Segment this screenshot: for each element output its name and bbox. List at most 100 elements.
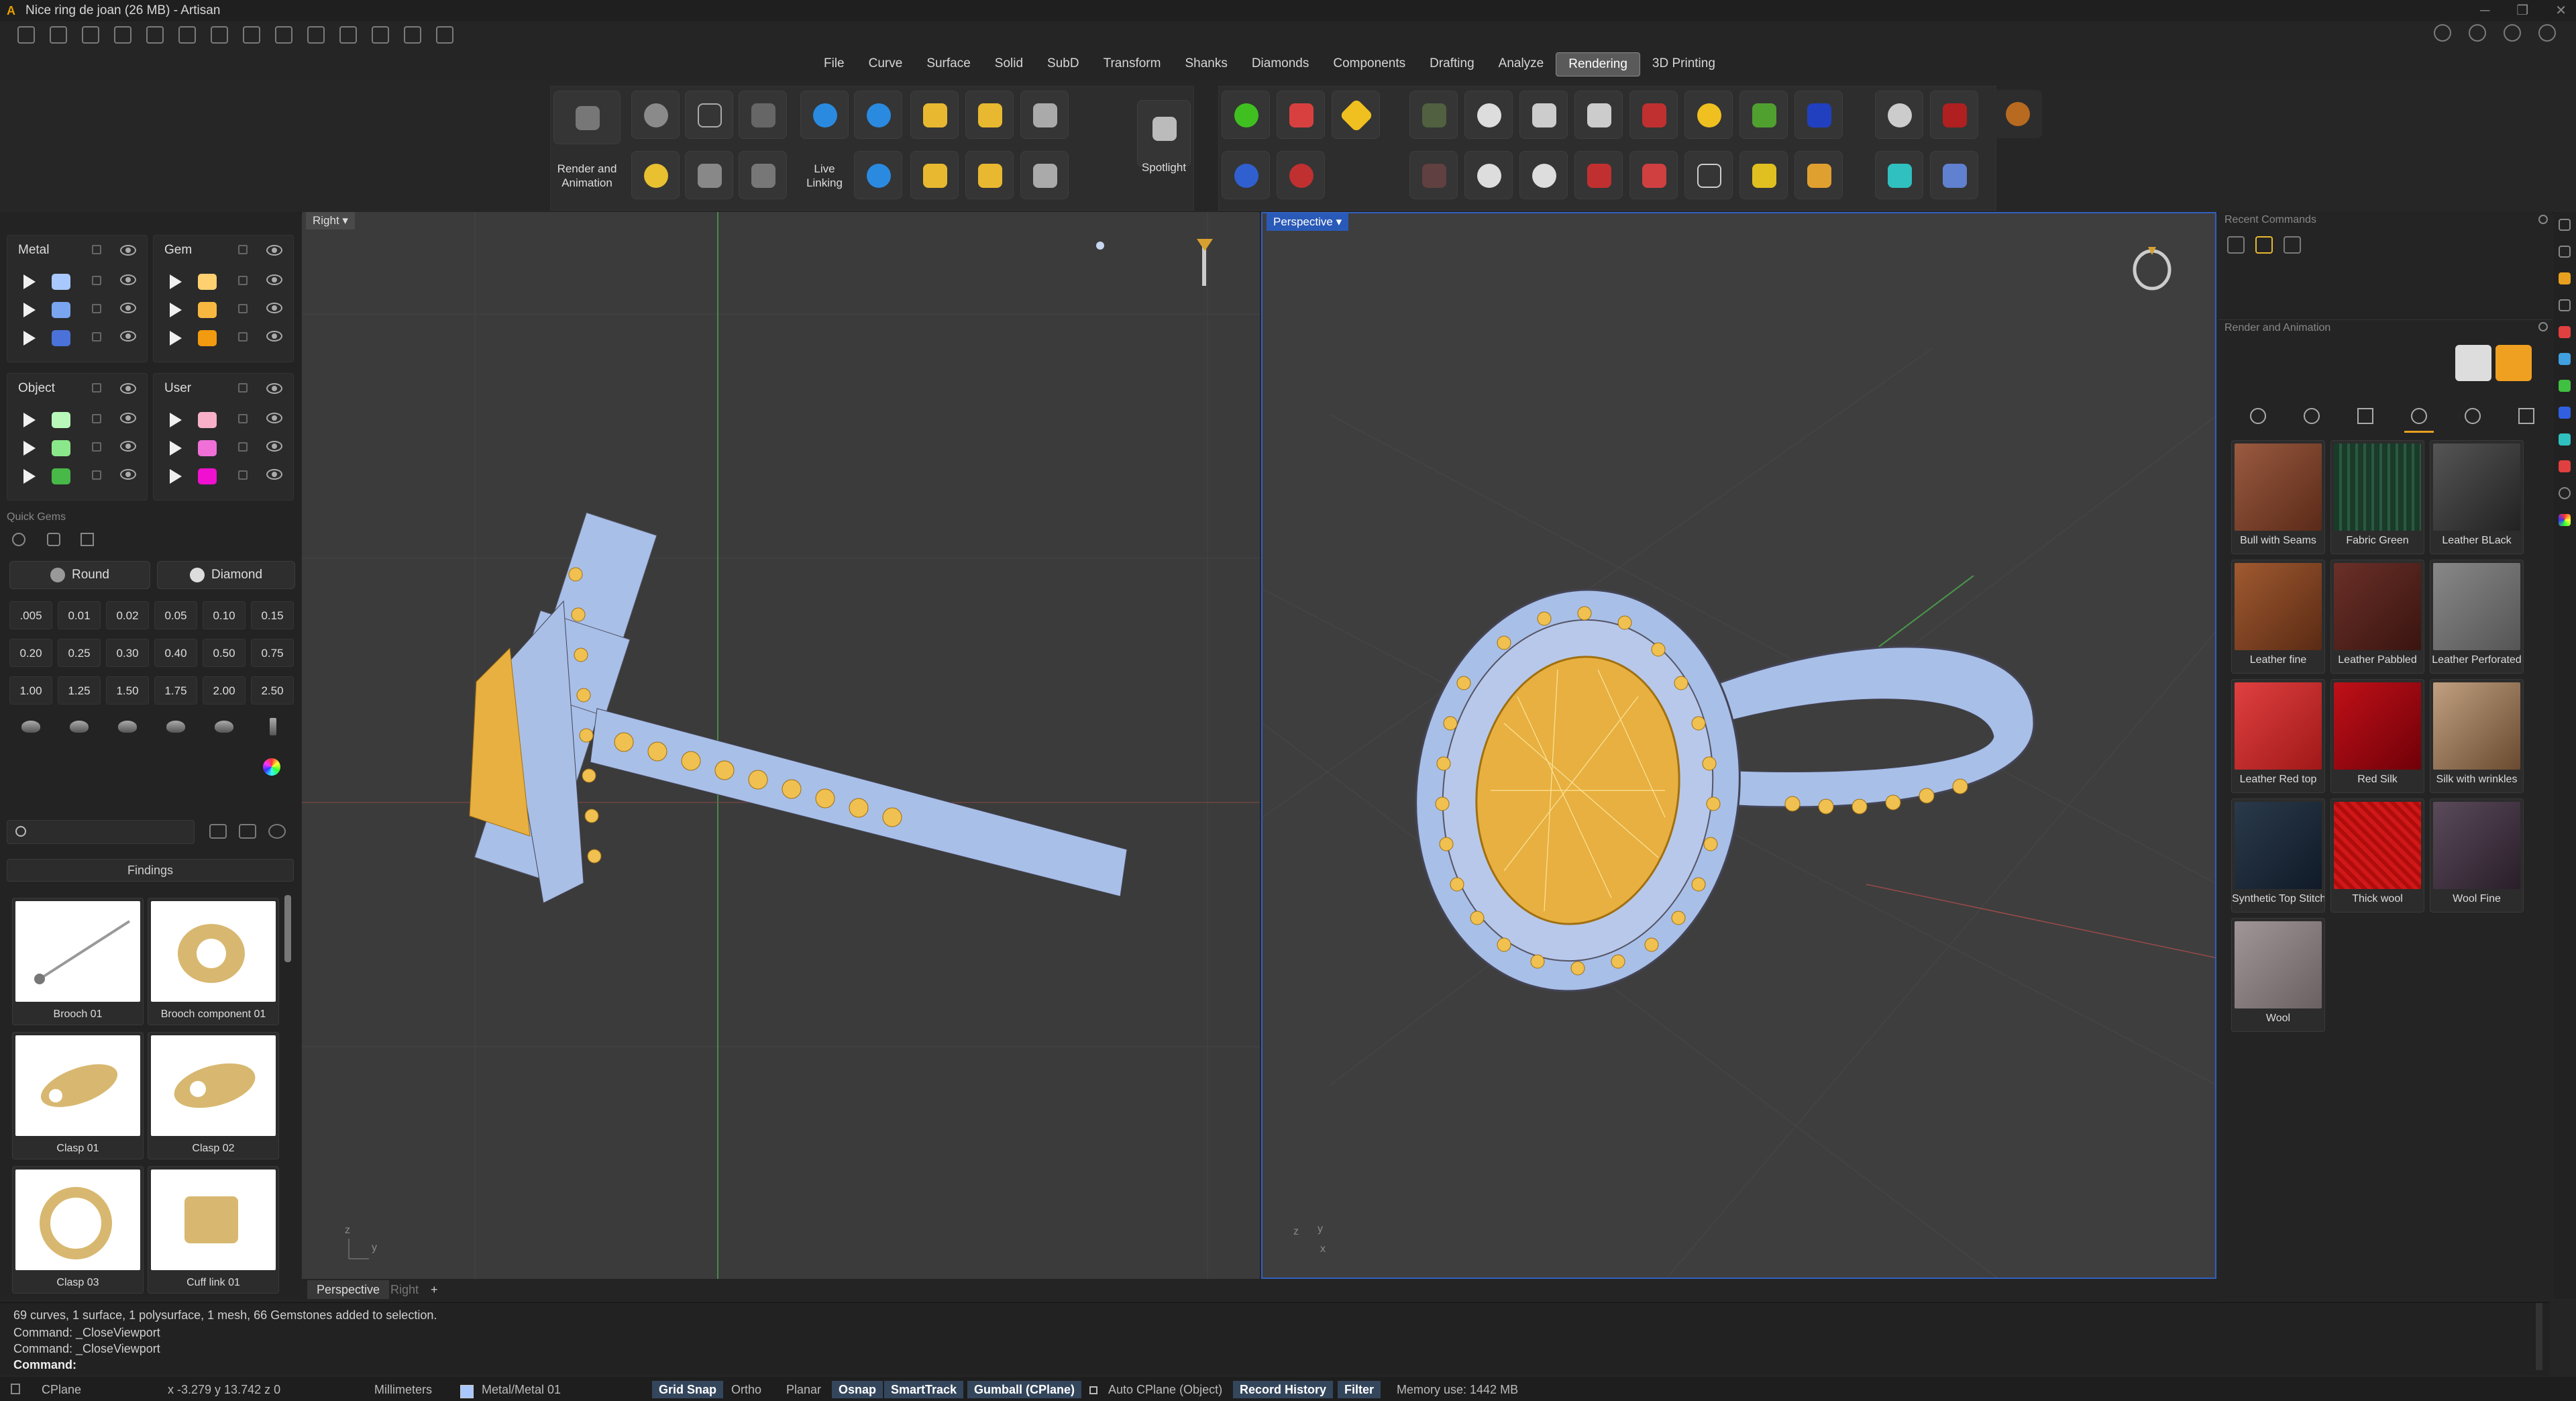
status-cplane[interactable]: CPlane <box>35 1381 88 1398</box>
play-icon[interactable] <box>170 441 182 456</box>
play-icon[interactable] <box>170 274 182 289</box>
export-icon[interactable] <box>275 26 292 44</box>
layer-row[interactable] <box>154 406 293 433</box>
command-prompt[interactable]: Command: <box>13 1358 76 1372</box>
play-icon[interactable] <box>23 303 36 317</box>
size-button[interactable]: .005 <box>9 601 52 629</box>
play-icon[interactable] <box>170 413 182 427</box>
color-swatch[interactable] <box>52 412 70 428</box>
orb-button[interactable] <box>1994 90 2042 138</box>
menu-file[interactable]: File <box>812 52 857 76</box>
settings-tab-icon[interactable] <box>2518 408 2534 424</box>
color-swatch[interactable] <box>198 412 217 428</box>
export-image-button[interactable] <box>1020 151 1069 199</box>
menu-components[interactable]: Components <box>1321 52 1417 76</box>
viewport-right[interactable]: z y Right ▾ <box>302 212 1260 1279</box>
mapping-sphere-button[interactable] <box>1464 151 1513 199</box>
library-search[interactable] <box>7 820 195 844</box>
lock-icon[interactable] <box>92 332 101 342</box>
save-as-icon[interactable] <box>243 26 260 44</box>
material-card[interactable]: Leather BLack <box>2430 440 2524 554</box>
sidebar-layers-icon[interactable] <box>2559 246 2571 258</box>
size-button[interactable]: 0.10 <box>203 601 246 629</box>
live-linking-button[interactable] <box>800 91 849 139</box>
color-swatch[interactable] <box>52 330 70 346</box>
play-icon[interactable] <box>23 469 36 484</box>
material-flag-button[interactable] <box>1277 91 1325 139</box>
menu-analyze[interactable]: Analyze <box>1487 52 1556 76</box>
color-wheel-icon[interactable] <box>263 758 280 776</box>
sidebar-render-icon[interactable] <box>2559 272 2571 284</box>
cutter-2-button[interactable] <box>58 713 101 741</box>
lock-icon[interactable] <box>238 470 248 480</box>
add-folder-icon[interactable] <box>209 824 227 839</box>
size-button[interactable]: 0.02 <box>106 601 149 629</box>
size-button[interactable]: 0.75 <box>251 639 294 667</box>
size-button[interactable]: 1.25 <box>58 676 101 705</box>
curve-tool-icon[interactable] <box>307 26 325 44</box>
moon-button[interactable] <box>1875 91 1923 139</box>
gem-round-icon[interactable] <box>12 533 25 546</box>
gear-icon[interactable] <box>2538 322 2548 331</box>
play-icon[interactable] <box>23 413 36 427</box>
material-card[interactable]: Fabric Green <box>2330 440 2424 554</box>
options-icon[interactable] <box>2538 24 2556 42</box>
ruler-button[interactable] <box>910 151 959 199</box>
size-button[interactable]: 0.01 <box>58 601 101 629</box>
lock-icon[interactable] <box>92 414 101 423</box>
material-green-button[interactable] <box>1222 91 1270 139</box>
panel-toggle-icon[interactable] <box>11 1384 20 1394</box>
play-icon[interactable] <box>170 331 182 346</box>
eye-icon[interactable] <box>266 274 282 285</box>
sphere-tab-icon[interactable] <box>2304 408 2320 424</box>
materials-tab-icon[interactable] <box>2411 408 2427 424</box>
texture-ball-button[interactable] <box>1464 91 1513 139</box>
lock-icon[interactable] <box>92 383 101 393</box>
filter-toggle[interactable]: Filter <box>1338 1381 1381 1398</box>
environment-button[interactable] <box>631 91 680 139</box>
close-icon[interactable]: ✕ <box>2555 0 2567 21</box>
sidebar-mesh-icon[interactable] <box>2559 433 2571 446</box>
batch-button[interactable] <box>739 151 787 199</box>
redo-icon[interactable] <box>178 26 196 44</box>
size-button[interactable]: 2.50 <box>251 676 294 705</box>
brush-button[interactable] <box>1794 151 1843 199</box>
save-icon[interactable] <box>211 26 228 44</box>
menu-subd[interactable]: SubD <box>1035 52 1091 76</box>
texture-checker-button[interactable] <box>1519 91 1568 139</box>
info-icon[interactable] <box>2434 24 2451 42</box>
lights-tab-icon[interactable] <box>2465 408 2481 424</box>
size-button[interactable]: 0.50 <box>203 639 246 667</box>
mapping-cube-button[interactable] <box>1739 151 1788 199</box>
sidebar-material-icon[interactable] <box>2559 326 2571 338</box>
texture-dots-button[interactable] <box>1574 91 1623 139</box>
eye-icon[interactable] <box>120 274 136 285</box>
scene-button[interactable] <box>739 91 787 139</box>
pattern-button[interactable] <box>965 151 1014 199</box>
folder-settings-icon[interactable] <box>239 824 256 839</box>
size-button[interactable]: 1.75 <box>154 676 197 705</box>
play-icon[interactable] <box>170 469 182 484</box>
status-layer[interactable]: Metal/Metal 01 <box>475 1381 568 1398</box>
add-tab-icon[interactable]: + <box>421 1280 447 1299</box>
viewport-perspective[interactable]: z y x Perspective ▾ <box>1261 212 2216 1279</box>
auto-cplane-checkbox[interactable] <box>1089 1386 1097 1394</box>
image-edit-button[interactable] <box>965 91 1014 139</box>
sidebar-environment-icon[interactable] <box>2559 353 2571 365</box>
planar-toggle[interactable]: Planar <box>780 1381 828 1398</box>
size-button[interactable]: 0.15 <box>251 601 294 629</box>
eye-icon[interactable] <box>120 331 136 342</box>
cutter-1-button[interactable] <box>9 713 52 741</box>
eye-icon[interactable] <box>266 413 282 423</box>
turntable-button[interactable] <box>685 91 733 139</box>
gem-material-select[interactable]: Diamond <box>157 561 295 589</box>
menu-3d-printing[interactable]: 3D Printing <box>1640 52 1727 76</box>
play-icon[interactable] <box>23 274 36 289</box>
document-button[interactable] <box>1020 91 1069 139</box>
material-card[interactable]: Thick wool <box>2330 798 2424 913</box>
mapping-red-button[interactable] <box>1574 151 1623 199</box>
layer-row[interactable] <box>154 324 293 351</box>
texture-tab-icon[interactable] <box>2357 408 2373 424</box>
material-card[interactable]: Wool Fine <box>2430 798 2524 913</box>
mapping-ball-button[interactable] <box>1519 151 1568 199</box>
